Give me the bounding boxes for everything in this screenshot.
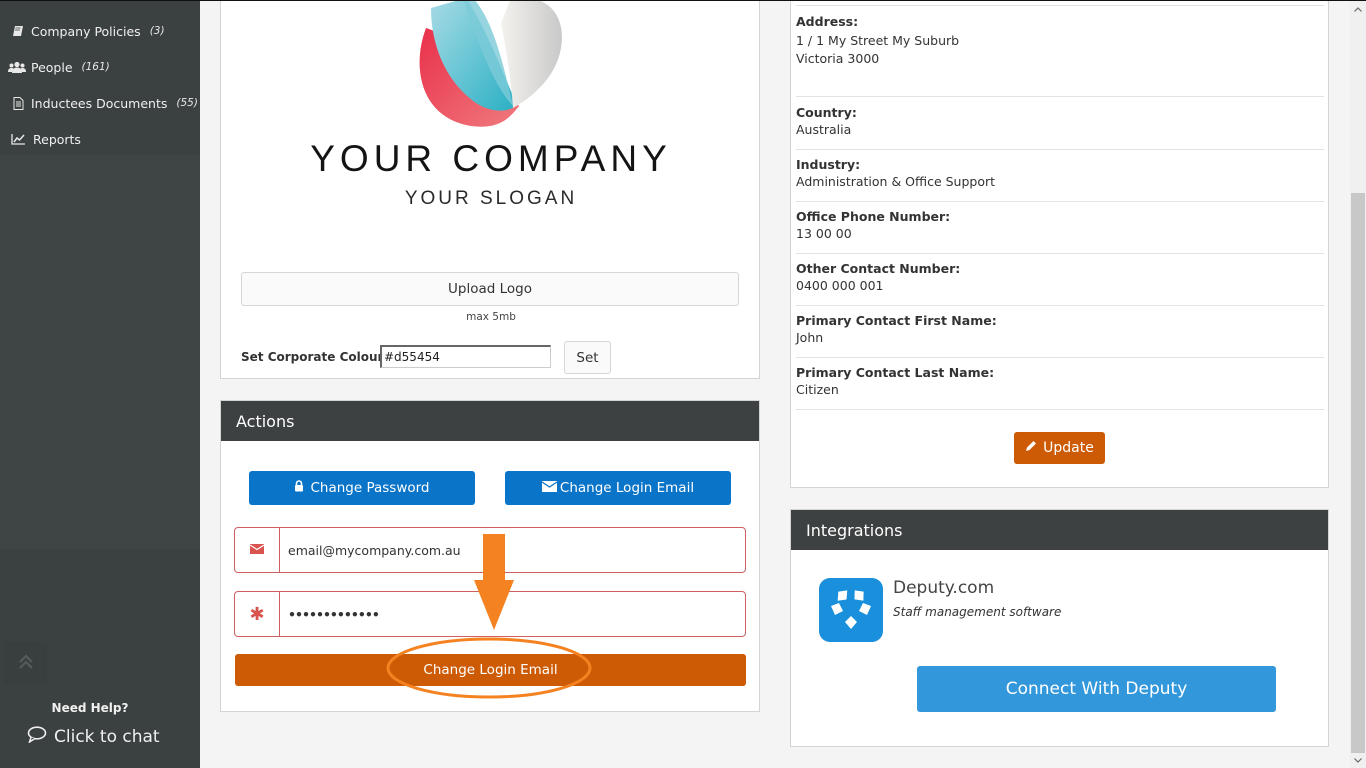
sidebar-item-reports[interactable]: Reports: [0, 121, 200, 157]
info-label: Address:: [796, 14, 859, 29]
deputy-description: Staff management software: [893, 605, 1062, 619]
change-login-email-tab-button[interactable]: Change Login Email: [505, 471, 731, 505]
info-label: Industry:: [796, 157, 861, 172]
update-button[interactable]: Update: [1014, 432, 1105, 464]
info-value: Australia: [796, 122, 852, 137]
change-login-email-submit-button[interactable]: Change Login Email: [235, 654, 746, 686]
info-value: 1 / 1 My Street My Suburb: [796, 33, 960, 48]
info-label: Primary Contact First Name:: [796, 313, 997, 328]
lock-icon: [294, 480, 304, 496]
info-value-line2: Victoria 3000: [796, 51, 880, 66]
info-value: 0400 000 001: [796, 278, 884, 293]
sidebar-item-label: Company Policies: [31, 23, 141, 39]
document-icon: [9, 96, 27, 110]
sidebar-item-count: (55): [176, 97, 198, 109]
divider: [796, 5, 1324, 6]
actions-panel: Actions Change Password Change Login Ema…: [220, 400, 760, 712]
top-border: [0, 0, 1366, 1]
users-icon: [7, 60, 27, 74]
sidebar-item-count: (3): [149, 25, 165, 37]
pencil-icon: [1025, 440, 1037, 456]
asterisk-addon: ✱: [235, 592, 280, 636]
info-row-address: Address: 1 / 1 My Street My Suburb Victo…: [796, 14, 1324, 97]
envelope-icon: [541, 480, 558, 496]
info-row-other-contact: Other Contact Number: 0400 000 001: [796, 261, 1324, 306]
actions-title: Actions: [236, 411, 295, 431]
actions-panel-header: Actions: [221, 401, 759, 441]
info-row-country: Country: Australia: [796, 105, 1324, 150]
corporate-colour-label: Set Corporate Colour:: [241, 350, 389, 364]
sidebar-menu: Company Policies (3) People (161) Induct…: [0, 0, 200, 155]
sidebar-item-company-policies[interactable]: Company Policies (3): [0, 13, 200, 49]
company-name-text: YOUR COMPANY: [310, 138, 672, 179]
deputy-name: Deputy.com: [893, 578, 995, 598]
book-icon: [9, 24, 27, 38]
info-value: Citizen: [796, 382, 839, 397]
info-row-office-phone: Office Phone Number: 13 00 00: [796, 209, 1324, 254]
page-scrollbar[interactable]: [1350, 0, 1366, 768]
sidebar: Company Policies (3) People (161) Induct…: [0, 0, 200, 768]
info-row-industry: Industry: Administration & Office Suppor…: [796, 157, 1324, 202]
password-input-group: ✱: [234, 591, 746, 637]
upload-logo-button[interactable]: Upload Logo: [241, 272, 739, 306]
corporate-colour-input[interactable]: [380, 345, 551, 368]
change-password-button[interactable]: Change Password: [249, 471, 475, 505]
chat-bubble-icon: [27, 726, 47, 748]
company-slogan-text: YOUR SLOGAN: [404, 188, 578, 209]
chat-label: Click to chat: [54, 727, 160, 747]
new-email-input[interactable]: [280, 528, 745, 572]
change-password-label: Change Password: [310, 480, 430, 496]
company-info-panel: Address: 1 / 1 My Street My Suburb Victo…: [790, 0, 1329, 488]
password-input[interactable]: [280, 592, 745, 636]
sidebar-item-people[interactable]: People (161): [0, 49, 200, 85]
update-label: Update: [1043, 440, 1094, 456]
envelope-addon: [235, 528, 280, 572]
click-to-chat-link[interactable]: Click to chat: [27, 726, 160, 748]
deputy-logo-icon: [819, 578, 883, 642]
info-label: Country:: [796, 105, 857, 120]
info-value: Administration & Office Support: [796, 174, 996, 189]
company-logo-image: [401, 0, 581, 133]
integrations-title: Integrations: [806, 520, 903, 540]
company-logo-panel: YOUR COMPANY YOUR SLOGAN Upload Logo max…: [220, 0, 760, 379]
sidebar-item-inductees-documents[interactable]: Inductees Documents (55): [0, 85, 200, 121]
info-row-primary-first-name: Primary Contact First Name: John: [796, 313, 1324, 358]
scrollbar-thumb[interactable]: [1351, 193, 1365, 753]
scroll-up-arrow-icon[interactable]: [1350, 2, 1366, 16]
sidebar-item-label: Reports: [33, 131, 81, 147]
change-login-email-label: Change Login Email: [559, 480, 695, 496]
info-label: Primary Contact Last Name:: [796, 365, 995, 380]
info-row-primary-last-name: Primary Contact Last Name: Citizen: [796, 365, 1324, 410]
max-size-hint: max 5mb: [466, 311, 516, 323]
info-label: Other Contact Number:: [796, 261, 961, 276]
sidebar-item-label: Inductees Documents: [31, 95, 168, 111]
info-label: Office Phone Number:: [796, 209, 951, 224]
chart-line-icon: [9, 132, 27, 146]
integrations-panel-header: Integrations: [791, 510, 1328, 550]
connect-with-deputy-button[interactable]: Connect With Deputy: [917, 666, 1276, 712]
sidebar-item-label: People: [31, 59, 73, 75]
set-colour-button[interactable]: Set: [564, 341, 611, 374]
envelope-icon: [249, 543, 265, 558]
double-chevron-up-icon: [18, 653, 34, 674]
email-input-group: [234, 527, 746, 573]
integrations-panel: Integrations Deputy.com Staff management…: [790, 509, 1329, 747]
need-help-label: Need Help?: [51, 701, 129, 715]
info-value: 13 00 00: [796, 226, 852, 241]
scroll-to-top-button[interactable]: [4, 642, 47, 685]
sidebar-item-count: (161): [81, 61, 110, 73]
scroll-down-arrow-icon[interactable]: [1350, 753, 1366, 767]
asterisk-icon: ✱: [249, 603, 265, 625]
info-value: John: [796, 330, 824, 345]
